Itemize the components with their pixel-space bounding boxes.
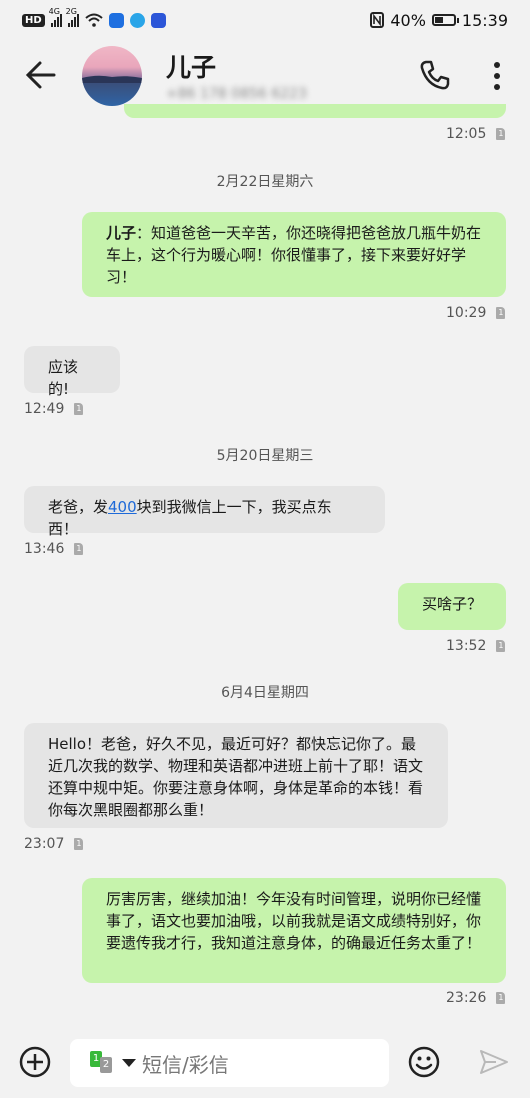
- message-bubble-outgoing[interactable]: 儿子：知道爸爸一天辛苦，你还晓得把爸爸放几瓶牛奶在车上，这个行为暖心啊！你很懂事…: [82, 212, 506, 297]
- sim2-icon: 2: [100, 1057, 112, 1073]
- message-time: 10:29 1: [446, 305, 506, 321]
- date-separator: 2月22日星期六: [216, 174, 314, 190]
- sim-card-icon: 1: [496, 307, 506, 319]
- message-composer: 1 2 短信/彩信: [0, 1028, 530, 1098]
- sim-card-icon: 1: [74, 543, 84, 555]
- phone-number-link[interactable]: 400: [108, 498, 137, 516]
- more-vert-icon[interactable]: [486, 60, 508, 92]
- contact-name[interactable]: 儿子: [166, 48, 216, 84]
- message-time: 23:26 1: [446, 990, 506, 1006]
- message-bubble-outgoing[interactable]: 买啥子？: [398, 583, 506, 630]
- battery-icon: [431, 14, 459, 26]
- message-bubble-outgoing[interactable]: 厉害厉害，继续加油！今年没有时间管理，说明你已经懂事了，语文也要加油哦，以前我就…: [82, 878, 506, 983]
- status-right: 40% 15:39: [370, 11, 508, 30]
- timestamp: 13:46: [24, 541, 65, 557]
- status-bar: HD 4G 2G 40% 15:39: [0, 0, 530, 40]
- baidu-app-icon: [150, 12, 166, 28]
- message-bubble-incoming[interactable]: 应该的!: [24, 346, 120, 398]
- avatar[interactable]: [82, 46, 142, 106]
- message-text: 买啥子？: [422, 595, 483, 613]
- network-type-label-2: 2G: [65, 7, 77, 16]
- sim-card-icon: 1: [496, 128, 506, 140]
- message-text: 应该的!: [48, 358, 79, 398]
- chevron-down-icon[interactable]: [122, 1059, 136, 1067]
- signal-icon-2: 2G: [66, 7, 79, 27]
- message-text: 厉害厉害，继续加油！今年没有时间管理，说明你已经懂事了，语文也要加油哦，以前我就…: [106, 890, 482, 952]
- message-time: 23:07 1: [24, 836, 84, 852]
- add-icon[interactable]: [19, 1046, 51, 1078]
- message-time: 13:52 1: [446, 638, 506, 654]
- message-sender: 儿子: [106, 224, 137, 242]
- sim-selector[interactable]: 1 2: [90, 1051, 120, 1075]
- phone-icon[interactable]: [418, 58, 452, 92]
- sim-card-icon: 1: [74, 838, 84, 850]
- status-left: HD 4G 2G: [22, 7, 166, 28]
- message-time: 12:49 1: [24, 401, 84, 417]
- emoji-icon[interactable]: [408, 1046, 440, 1078]
- timestamp: 12:05: [446, 126, 487, 142]
- timestamp: 13:52: [446, 638, 487, 654]
- message-time: 12:05 1: [446, 126, 506, 142]
- sim-card-icon: 1: [496, 640, 506, 652]
- timestamp: 10:29: [446, 305, 487, 321]
- message-text-before: 老爸，发: [48, 498, 109, 516]
- message-text: ：知道爸爸一天辛苦，你还晓得把爸爸放几瓶牛奶在车上，这个行为暖心啊！你很懂事了，…: [106, 224, 482, 286]
- battery-percent: 40%: [390, 10, 426, 30]
- message-bubble-incoming[interactable]: 老爸，发400块到我微信上一下，我买点东西！: [24, 486, 385, 538]
- contact-number: +86 178 0856 6223: [166, 86, 307, 102]
- message-time: 13:46 1: [24, 541, 84, 557]
- message-bubble-outgoing-partial[interactable]: [124, 104, 506, 118]
- date-separator: 6月4日星期四: [221, 685, 309, 701]
- sim-card-icon: 1: [496, 992, 506, 1004]
- send-icon[interactable]: [478, 1046, 510, 1078]
- hd-badge: HD: [22, 13, 45, 27]
- clock: 15:39: [461, 10, 508, 30]
- conversation-header: 儿子 +86 178 0856 6223: [0, 40, 530, 112]
- shield-app-icon: [108, 12, 124, 28]
- message-placeholder: 短信/彩信: [142, 1052, 229, 1077]
- message-input[interactable]: 1 2 短信/彩信: [70, 1039, 389, 1087]
- browser-app-icon: [129, 12, 145, 28]
- network-type-label: 4G: [48, 7, 60, 16]
- sim-card-icon: 1: [74, 403, 84, 415]
- back-arrow-icon[interactable]: [24, 58, 58, 92]
- message-text: Hello！老爸，好久不见，最近可好？都快忘记你了。最近几次我的数学、物理和英语…: [48, 735, 424, 819]
- date-separator: 5月20日星期三: [216, 448, 314, 464]
- timestamp: 12:49: [24, 401, 65, 417]
- wifi-icon: [85, 13, 103, 27]
- signal-icon: 4G: [49, 7, 62, 27]
- timestamp: 23:07: [24, 836, 65, 852]
- message-bubble-incoming[interactable]: Hello！老爸，好久不见，最近可好？都快忘记你了。最近几次我的数学、物理和英语…: [24, 723, 448, 828]
- nfc-icon: [370, 12, 385, 28]
- timestamp: 23:26: [446, 990, 487, 1006]
